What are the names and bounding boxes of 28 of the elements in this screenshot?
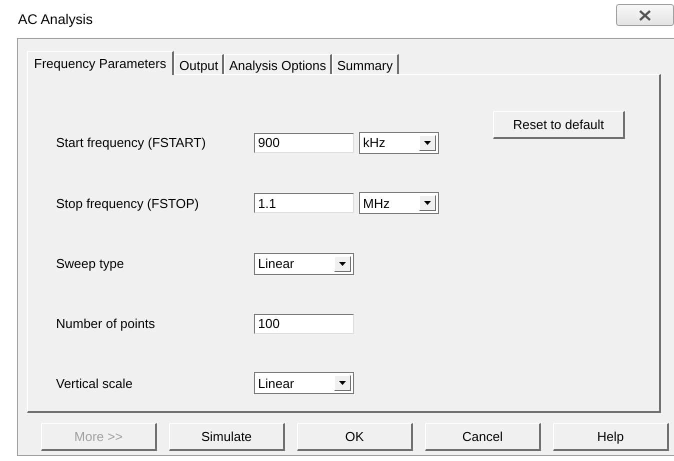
dialog-button[interactable]: OK <box>297 423 413 451</box>
close-button[interactable] <box>616 4 674 26</box>
tab[interactable]: Analysis Options <box>224 54 332 74</box>
input-field[interactable]: 1.1 <box>254 193 354 214</box>
field-label: Start frequency (FSTART) <box>56 135 207 150</box>
dropdown-arrow-icon <box>339 381 346 386</box>
field-label: Number of points <box>56 316 156 332</box>
reset-button[interactable]: Reset to default <box>493 111 625 139</box>
dropdown-arrow-icon <box>339 262 346 266</box>
dropdown-arrow-icon <box>424 140 431 145</box>
dropdown-arrow-icon <box>424 201 431 206</box>
unit-dropdown[interactable]: kHz <box>359 132 439 154</box>
dialog-button[interactable]: Simulate <box>169 423 285 451</box>
unit-dropdown[interactable]: MHz <box>359 192 439 214</box>
dialog-button[interactable]: Cancel <box>425 423 541 451</box>
field-label: Stop frequency (FSTOP) <box>56 196 200 211</box>
tab[interactable]: Summary <box>332 54 399 74</box>
input-field[interactable]: 900 <box>254 132 354 153</box>
field-label: Vertical scale <box>56 376 134 391</box>
field-label: Sweep type <box>56 256 125 272</box>
dropdown[interactable]: Linear <box>254 372 354 394</box>
close-icon <box>639 10 651 20</box>
input-field[interactable]: 100 <box>254 314 354 334</box>
window-title: AC Analysis <box>18 11 93 27</box>
tab[interactable]: Output <box>174 54 224 74</box>
dialog-button[interactable]: Help <box>553 423 669 451</box>
tab[interactable]: Frequency Parameters <box>27 51 174 75</box>
dropdown[interactable]: Linear <box>254 252 354 275</box>
